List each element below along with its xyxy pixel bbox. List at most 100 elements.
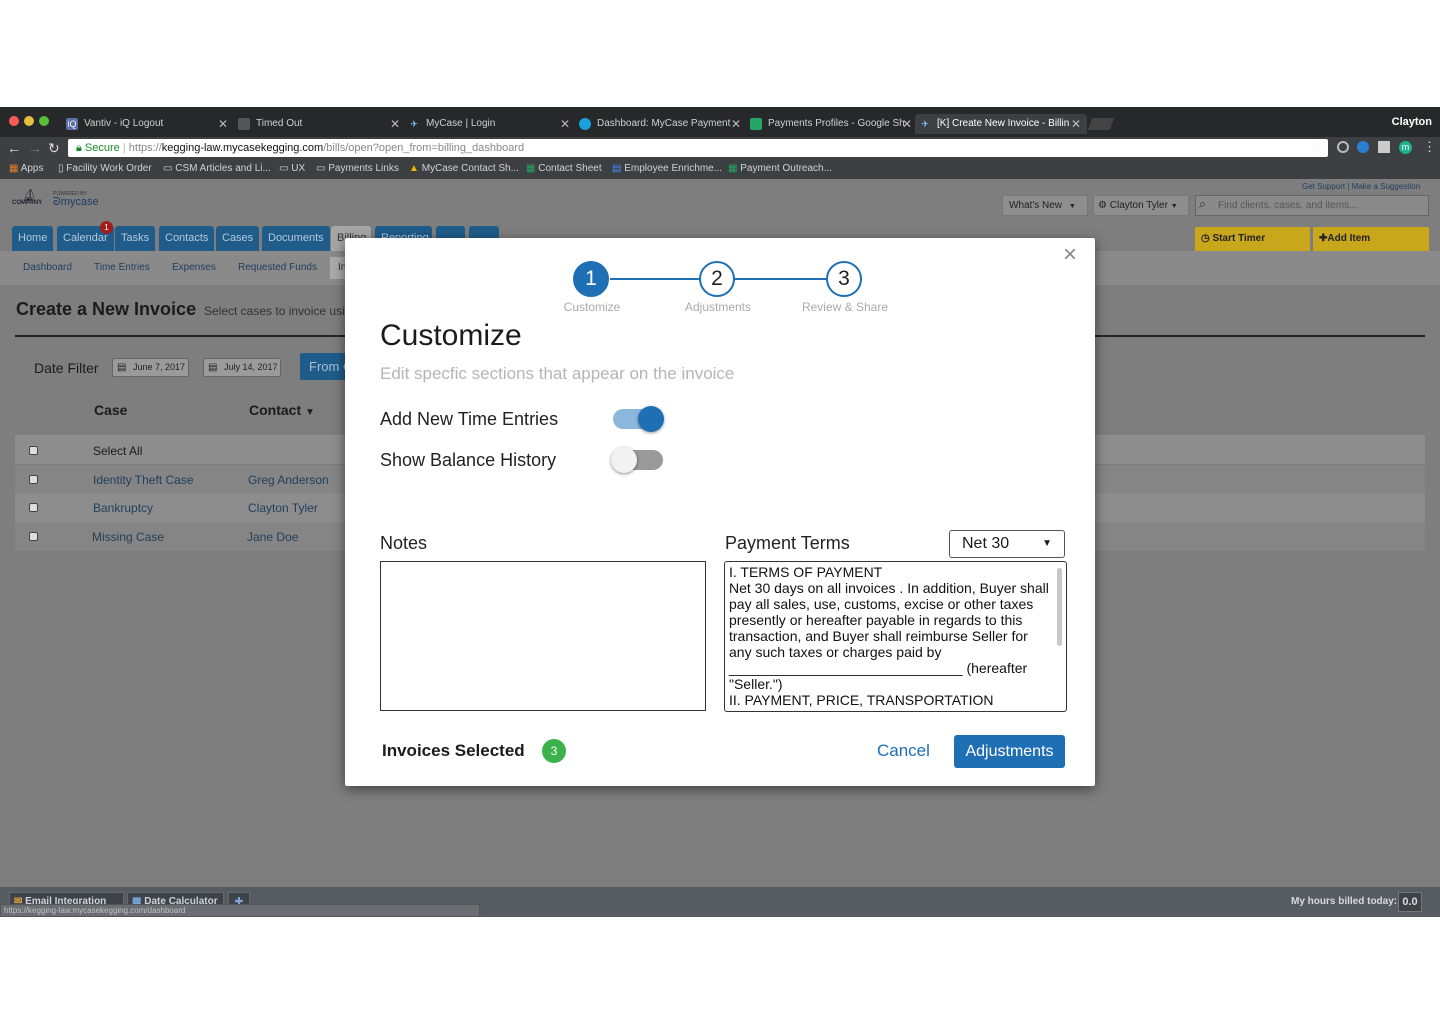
page-icon: ▯ [58, 163, 64, 174]
subnav-dashboard[interactable]: Dashboard [23, 262, 72, 273]
top-links: Get Support | Make a Suggestion [1302, 182, 1421, 191]
bookmark-item[interactable]: ▦ Payment Outreach... [728, 159, 832, 179]
case-link[interactable]: Missing Case [92, 530, 164, 544]
browser-tab[interactable]: ✈ MyCase | Login ✕ [404, 114, 576, 134]
row-checkbox[interactable] [29, 503, 38, 512]
start-timer-button[interactable]: ◷ Start Timer [1195, 227, 1310, 251]
close-tab-icon[interactable]: ✕ [390, 114, 400, 134]
get-support-link[interactable]: Get Support [1302, 182, 1345, 191]
search-icon: ⌕ [1199, 196, 1207, 211]
forward-icon[interactable]: → [28, 139, 42, 157]
row-checkbox[interactable] [29, 475, 38, 484]
subnav-expenses[interactable]: Expenses [172, 262, 216, 273]
clock-icon: ◷ [1201, 233, 1210, 244]
company-logo: ⛵︎ COMPANY [12, 188, 43, 206]
step-1-circle[interactable]: 1 [573, 261, 609, 297]
browser-tab[interactable]: Timed Out ✕ [234, 114, 406, 134]
step-2-label: Adjustments [684, 300, 752, 314]
url-host: kegging-law.mycasekegging.com [161, 142, 324, 154]
column-header-contact[interactable]: Contact ▼ [249, 402, 315, 418]
browser-tab[interactable]: Payments Profiles - Google Sh ✕ [746, 114, 918, 134]
step-2-circle[interactable]: 2 [699, 261, 735, 297]
row-checkbox[interactable] [29, 532, 38, 541]
step-3-circle[interactable]: 3 [826, 261, 862, 297]
bookmark-star-icon[interactable]: ☆ [1311, 139, 1323, 155]
new-tab-button[interactable] [1087, 118, 1115, 130]
contact-link[interactable]: Clayton Tyler [248, 501, 318, 515]
case-link[interactable]: Bankruptcy [93, 501, 153, 515]
bookmark-item[interactable]: ▤ Employee Enrichme... [612, 159, 722, 179]
user-menu-dropdown[interactable]: ⚙ Clayton Tyler ▼ [1093, 195, 1189, 216]
extension-icon[interactable] [1337, 141, 1349, 153]
date-from-input[interactable]: ▤ June 7, 2017 [112, 358, 189, 377]
select-all-label: Select All [93, 444, 143, 458]
close-tab-icon[interactable]: ✕ [218, 114, 228, 134]
nav-tasks[interactable]: Tasks [115, 226, 156, 251]
nav-contacts[interactable]: Contacts [159, 226, 215, 251]
caret-down-icon: ▼ [1068, 203, 1076, 210]
page-title: Create a New Invoice [16, 299, 197, 319]
bookmark-item[interactable]: ▯ Facility Work Order [58, 159, 152, 179]
bookmark-folder[interactable]: ▭ Payments Links [316, 159, 399, 179]
case-link[interactable]: Identity Theft Case [93, 473, 194, 487]
scrollbar-thumb[interactable] [1057, 568, 1062, 646]
extension-icon[interactable] [1378, 141, 1390, 153]
subnav-invoices[interactable]: In [330, 257, 346, 279]
contact-link[interactable]: Jane Doe [247, 530, 298, 544]
close-icon[interactable]: × [1063, 241, 1077, 269]
maximize-window-icon[interactable] [39, 116, 49, 126]
back-icon[interactable]: ← [7, 139, 21, 157]
bookmark-folder[interactable]: ▭ UX [279, 159, 305, 179]
subnav-time-entries[interactable]: Time Entries [94, 262, 150, 273]
status-url: https://kegging-law.mycasekegging.com/da… [0, 904, 480, 917]
browser-tab[interactable]: Dashboard: MyCase Payment ✕ [575, 114, 747, 134]
whats-new-dropdown[interactable]: What's New ▼ [1002, 195, 1088, 216]
calendar-icon: ▤ [208, 362, 218, 373]
browser-tab-active[interactable]: ✈ [K] Create New Invoice - Billin ✕ [915, 114, 1087, 134]
chrome-menu-icon[interactable]: ⋮ [1423, 139, 1436, 155]
browser-tab[interactable]: iQ Vantiv - iQ Logout ✕ [62, 114, 234, 134]
caret-down-icon: ▼ [1170, 203, 1178, 210]
close-tab-icon[interactable]: ✕ [1071, 114, 1081, 134]
nav-cases[interactable]: Cases [216, 226, 260, 251]
reload-icon[interactable]: ↻ [48, 139, 60, 157]
close-tab-icon[interactable]: ✕ [560, 114, 570, 134]
profile-name[interactable]: Clayton [1392, 114, 1432, 130]
salesforce-icon [579, 118, 591, 130]
close-window-icon[interactable] [9, 116, 19, 126]
select-all-checkbox[interactable] [29, 446, 38, 455]
invoices-selected-label: Invoices Selected [382, 741, 525, 760]
mycase-icon: ✈ [921, 119, 929, 129]
bookmark-folder[interactable]: ▭ CSM Articles and Li... [163, 159, 271, 179]
sheets-icon: ▦ [526, 163, 536, 174]
contact-link[interactable]: Greg Anderson [248, 473, 329, 487]
nav-documents[interactable]: Documents [262, 226, 330, 251]
notes-textarea[interactable] [380, 561, 706, 711]
bookmark-apps[interactable]: ▦ Apps [9, 159, 43, 179]
extension-icon[interactable] [1357, 141, 1369, 153]
column-header-case[interactable]: Case [94, 402, 127, 418]
extension-icon[interactable]: m [1399, 141, 1412, 154]
subnav-requested-funds[interactable]: Requested Funds [238, 262, 317, 273]
adjustments-next-button[interactable]: Adjustments [954, 735, 1065, 768]
folder-icon: ▭ [279, 163, 289, 174]
nav-home[interactable]: Home [12, 226, 54, 251]
add-item-button[interactable]: ✚Add Item [1313, 227, 1429, 251]
close-tab-icon[interactable]: ✕ [902, 114, 912, 134]
make-suggestion-link[interactable]: Make a Suggestion [1352, 182, 1421, 191]
caret-down-icon: ▼ [1042, 538, 1052, 549]
url-input[interactable]: 🔒︎ Secure | https://kegging-law.mycaseke… [68, 139, 1328, 157]
payment-terms-textarea[interactable]: I. TERMS OF PAYMENT Net 30 days on all i… [724, 561, 1067, 712]
cancel-button[interactable]: Cancel [877, 741, 930, 761]
minimize-window-icon[interactable] [24, 116, 34, 126]
bookmark-item[interactable]: ▦ Contact Sheet [526, 159, 602, 179]
close-tab-icon[interactable]: ✕ [731, 114, 741, 134]
notes-label: Notes [380, 533, 428, 553]
folder-icon: ▭ [163, 163, 173, 174]
date-to-input[interactable]: ▤ July 14, 2017 [203, 358, 281, 377]
payment-terms-select[interactable]: Net 30 ▼ [949, 530, 1065, 558]
from-button[interactable]: From C [300, 353, 345, 380]
bookmark-item[interactable]: ▲ MyCase Contact Sh... [409, 159, 519, 179]
global-search-input[interactable]: Find clients, cases, and items... [1195, 195, 1429, 216]
gear-icon: ⚙ [1098, 200, 1107, 211]
